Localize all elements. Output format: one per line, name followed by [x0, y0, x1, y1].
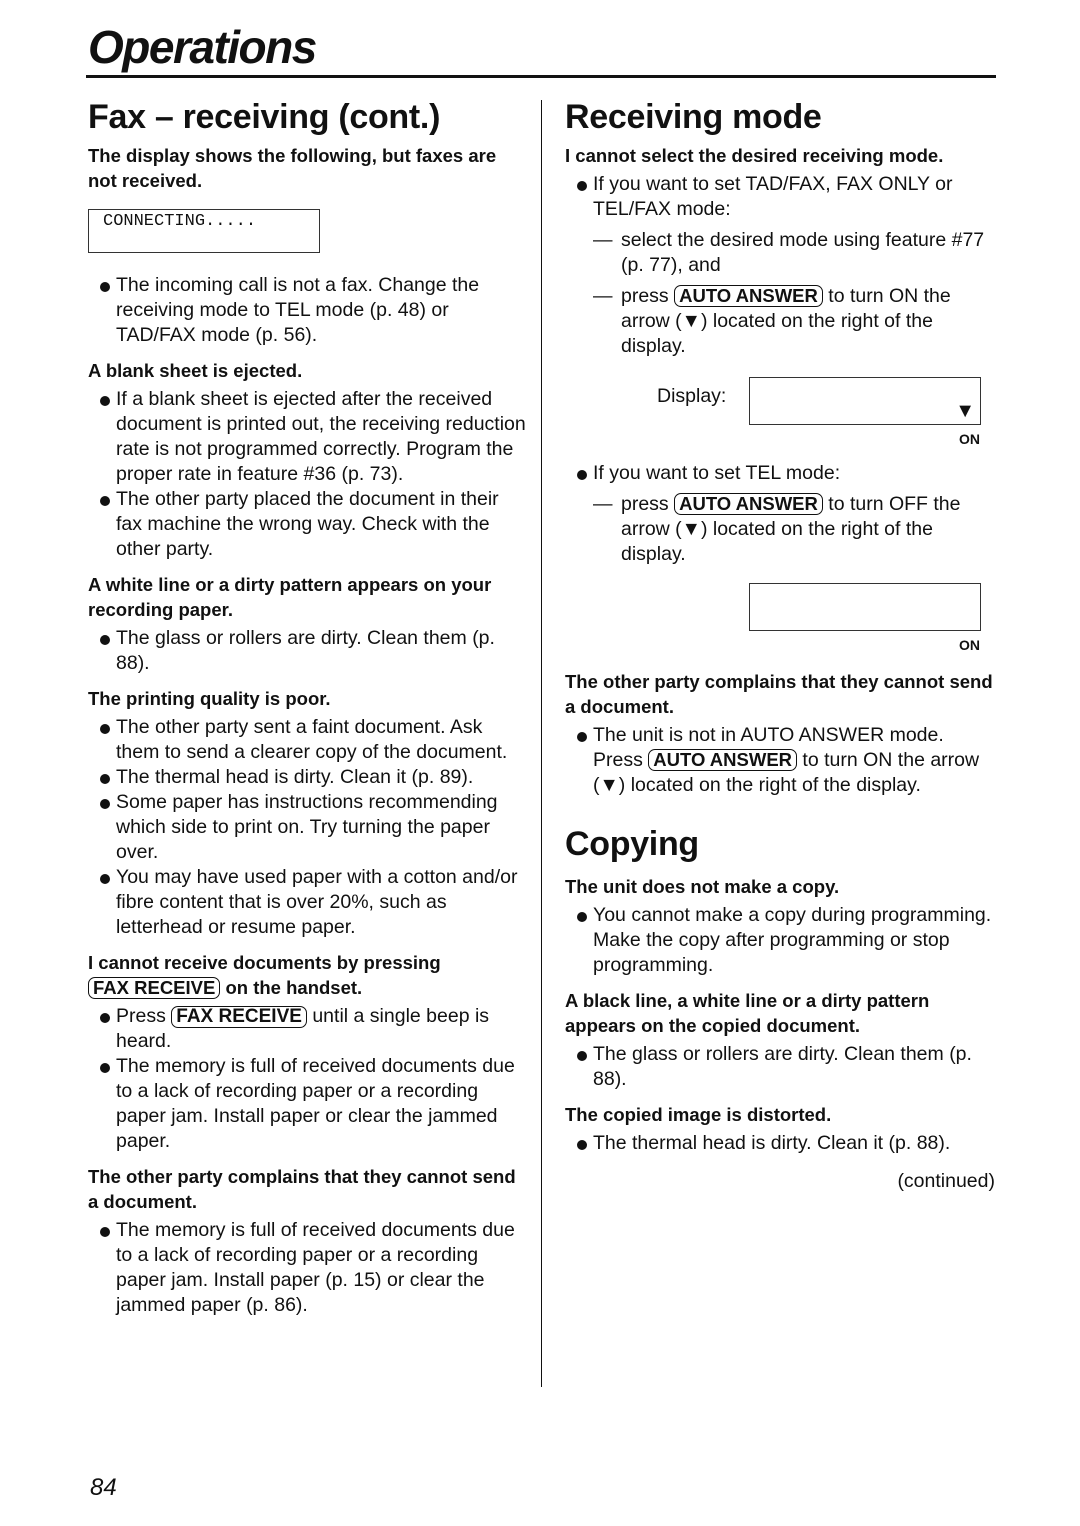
- bullet-item: If you want to set TAD/FAX, FAX ONLY or …: [565, 172, 995, 222]
- auto-answer-key: AUTO ANSWER: [648, 749, 798, 771]
- on-label: ON: [959, 431, 980, 447]
- display-diagram-off: ON: [565, 583, 995, 655]
- page-number: 84: [90, 1474, 117, 1501]
- bullet-list: You cannot make a copy during programmin…: [565, 903, 995, 978]
- issue-title: A blank sheet is ejected.: [88, 360, 303, 381]
- section-heading-receiving-mode: Receiving mode: [565, 98, 822, 136]
- fax-receive-key: FAX RECEIVE: [88, 977, 221, 999]
- bullet-list: The incoming call is not a fax. Change t…: [88, 273, 528, 348]
- issue-title: The unit does not make a copy.: [565, 876, 840, 897]
- auto-answer-key: AUTO ANSWER: [674, 285, 823, 307]
- bullet-list: The unit is not in AUTO ANSWER mode. Pre…: [565, 723, 995, 798]
- continued-note: (continued): [897, 1170, 995, 1192]
- issue-title: The copied image is distorted.: [565, 1104, 832, 1125]
- issue-title: A white line or a dirty pattern appears …: [88, 574, 492, 620]
- dash-mark: —: [593, 285, 613, 307]
- issue-title: A black line, a white line or a dirty pa…: [565, 990, 930, 1036]
- bullet-list: The thermal head is dirty. Clean it (p. …: [565, 1131, 995, 1156]
- dash-text: press: [621, 285, 675, 307]
- bullet-list: The memory is full of received documents…: [88, 1218, 528, 1318]
- section-heading-copying: Copying: [565, 825, 699, 863]
- bullet-item: The incoming call is not a fax. Change t…: [88, 273, 528, 348]
- title-rule: [86, 75, 996, 78]
- issue-title: The printing quality is poor.: [88, 688, 331, 709]
- left-column: Fax – receiving (cont.) The display show…: [88, 95, 528, 1318]
- dash-text: press: [621, 493, 675, 515]
- issue-title: I cannot select the desired receiving mo…: [565, 145, 944, 166]
- dash-mark: —: [593, 493, 613, 515]
- page-title: Operations: [88, 21, 317, 73]
- display-box: ▼: [749, 377, 981, 425]
- bullet-item: If you want to set TEL mode:: [565, 461, 995, 486]
- lcd-display: CONNECTING.....: [88, 209, 320, 253]
- bullet-item: The glass or rollers are dirty. Clean th…: [88, 626, 528, 676]
- bullet-list: The glass or rollers are dirty. Clean th…: [565, 1042, 995, 1092]
- issue-title-text: I cannot receive documents by pressing: [88, 952, 441, 973]
- bullet-list: The other party sent a faint document. A…: [88, 715, 528, 940]
- dash-item: — press AUTO ANSWER to turn OFF the arro…: [565, 492, 995, 567]
- bullet-item: The other party placed the document in t…: [88, 487, 528, 562]
- bullet-item: The glass or rollers are dirty. Clean th…: [565, 1042, 995, 1092]
- dash-text: select the desired mode using feature #7…: [621, 229, 985, 276]
- bullet-item: The thermal head is dirty. Clean it (p. …: [88, 765, 528, 790]
- dash-item: — press AUTO ANSWER to turn ON the arrow…: [565, 284, 995, 359]
- display-diagram-on: Display: ▼ ON: [565, 377, 995, 449]
- bullet-text: Press: [116, 1005, 172, 1027]
- bullet-item: The other party sent a faint document. A…: [88, 715, 528, 765]
- bullet-list: Press FAX RECEIVE until a single beep is…: [88, 1004, 528, 1154]
- column-divider: [541, 100, 542, 1387]
- bullet-item: The unit is not in AUTO ANSWER mode. Pre…: [565, 723, 995, 798]
- display-label: Display:: [657, 385, 727, 407]
- issue-title: The other party complains that they cann…: [88, 1166, 516, 1212]
- right-column: Receiving mode I cannot select the desir…: [565, 95, 995, 1193]
- arrow-down-icon: ▼: [955, 400, 975, 422]
- dash-mark: —: [593, 229, 613, 251]
- bullet-item: You cannot make a copy during programmin…: [565, 903, 995, 978]
- on-label: ON: [959, 637, 980, 653]
- bullet-list: If a blank sheet is ejected after the re…: [88, 387, 528, 562]
- issue-title: The other party complains that they cann…: [565, 671, 993, 717]
- issue-title: I cannot receive documents by pressing F…: [88, 950, 528, 1000]
- issue-title-text: on the handset.: [220, 977, 363, 998]
- dash-item: — select the desired mode using feature …: [565, 228, 995, 278]
- bullet-item: The memory is full of received documents…: [88, 1054, 528, 1154]
- section-heading-fax-receiving: Fax – receiving (cont.): [88, 98, 441, 136]
- bullet-item: You may have used paper with a cotton an…: [88, 865, 528, 940]
- display-box: [749, 583, 981, 631]
- auto-answer-key: AUTO ANSWER: [674, 493, 823, 515]
- bullet-list: If you want to set TEL mode:: [565, 461, 995, 486]
- bullet-list: The glass or rollers are dirty. Clean th…: [88, 626, 528, 676]
- issue-title: The display shows the following, but fax…: [88, 145, 497, 191]
- bullet-item: If a blank sheet is ejected after the re…: [88, 387, 528, 487]
- bullet-item: The memory is full of received documents…: [88, 1218, 528, 1318]
- fax-receive-key: FAX RECEIVE: [171, 1006, 307, 1028]
- bullet-list: If you want to set TAD/FAX, FAX ONLY or …: [565, 172, 995, 222]
- bullet-item: Some paper has instructions recommending…: [88, 790, 528, 865]
- bullet-item: The thermal head is dirty. Clean it (p. …: [565, 1131, 995, 1156]
- bullet-item: Press FAX RECEIVE until a single beep is…: [88, 1004, 528, 1054]
